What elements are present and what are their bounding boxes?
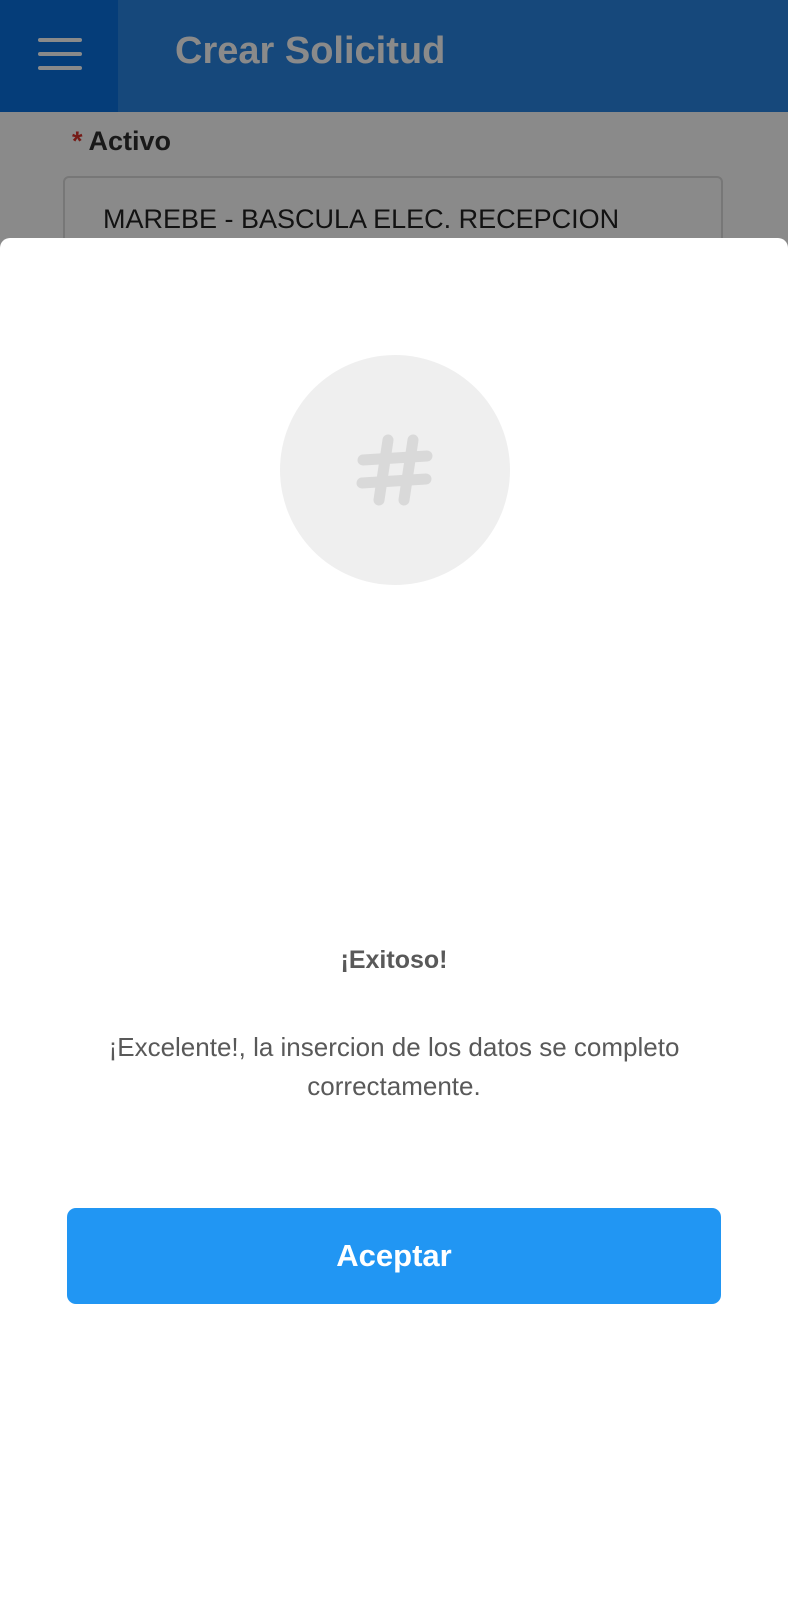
accept-button[interactable]: Aceptar bbox=[67, 1208, 721, 1304]
hash-icon bbox=[356, 434, 433, 506]
success-dialog: ¡Exitoso! ¡Excelente!, la insercion de l… bbox=[0, 238, 788, 1600]
dialog-icon-circle bbox=[280, 355, 510, 585]
dialog-message: ¡Excelente!, la insercion de los datos s… bbox=[108, 1032, 680, 1101]
dialog-title: ¡Exitoso! bbox=[340, 946, 448, 974]
